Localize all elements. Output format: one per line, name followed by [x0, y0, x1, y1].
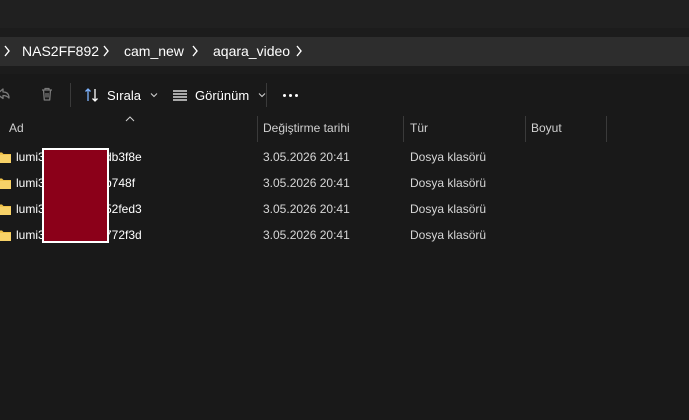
breadcrumb-item[interactable]: aqara_video: [213, 37, 290, 66]
folder-icon: [0, 178, 11, 189]
file-modified: 3.05.2026 20:41: [263, 228, 350, 242]
file-name-start: lumi3: [16, 202, 45, 216]
more-options-icon: [288, 93, 292, 97]
view-list-icon: [173, 90, 187, 101]
breadcrumb-item[interactable]: cam_new: [124, 37, 184, 66]
sort-button[interactable]: Sırala: [84, 80, 158, 110]
file-name-start: lumi3: [16, 150, 45, 164]
view-label: Görünüm: [195, 87, 250, 103]
sort-ascending-icon: [125, 116, 135, 122]
file-name-start: lumi3: [16, 228, 45, 242]
redaction-box: [42, 148, 109, 243]
column-header-row: Ad Değiştirme tarihi Tür Boyut: [0, 116, 689, 142]
view-button[interactable]: Görünüm: [172, 80, 266, 110]
file-type: Dosya klasörü: [410, 228, 487, 242]
chevron-right-icon[interactable]: [295, 45, 303, 57]
file-name-end: 52fed3: [105, 202, 142, 216]
file-modified: 3.05.2026 20:41: [263, 176, 350, 190]
file-name-end: 772f3d: [105, 228, 142, 242]
chevron-down-icon: [150, 93, 158, 98]
more-options-icon: [294, 93, 298, 97]
window-title-bar: [0, 0, 689, 28]
sort-icon: [85, 88, 98, 102]
file-type: Dosya klasörü: [410, 176, 487, 190]
folder-icon: [0, 152, 11, 163]
chevron-right-icon[interactable]: [3, 45, 11, 57]
file-modified: 3.05.2026 20:41: [263, 150, 350, 164]
file-name-end: db3f8e: [105, 150, 142, 164]
chevron-down-icon: [258, 93, 266, 98]
sort-label: Sırala: [107, 87, 141, 103]
column-divider[interactable]: [606, 116, 607, 142]
command-bar: Sırala Görünüm: [0, 74, 689, 117]
address-bar-area: NAS2FF892 cam_new aqara_video: [0, 28, 689, 74]
folder-icon: [0, 204, 11, 215]
chevron-right-icon[interactable]: [102, 45, 110, 57]
column-header-modified[interactable]: Değiştirme tarihi: [263, 116, 350, 142]
column-divider[interactable]: [403, 116, 404, 142]
chevron-right-icon[interactable]: [191, 45, 199, 57]
folder-icon: [0, 230, 11, 241]
more-options-button[interactable]: [276, 80, 304, 110]
column-divider[interactable]: [525, 116, 526, 142]
share-icon[interactable]: [0, 85, 12, 103]
file-type: Dosya klasörü: [410, 202, 487, 216]
file-name-start: lumi3: [16, 176, 45, 190]
toolbar-divider: [70, 83, 71, 107]
more-options-icon: [282, 93, 286, 97]
toolbar-divider: [266, 83, 267, 107]
file-name-end: b748f: [105, 176, 136, 190]
file-modified: 3.05.2026 20:41: [263, 202, 350, 216]
delete-icon[interactable]: [38, 85, 56, 103]
column-header-size[interactable]: Boyut: [531, 116, 562, 142]
column-divider[interactable]: [257, 116, 258, 142]
breadcrumb-item[interactable]: NAS2FF892: [22, 37, 99, 66]
file-type: Dosya klasörü: [410, 150, 487, 164]
column-header-type[interactable]: Tür: [410, 116, 428, 142]
column-header-name[interactable]: Ad: [9, 116, 24, 142]
address-bar[interactable]: NAS2FF892 cam_new aqara_video: [0, 37, 689, 66]
